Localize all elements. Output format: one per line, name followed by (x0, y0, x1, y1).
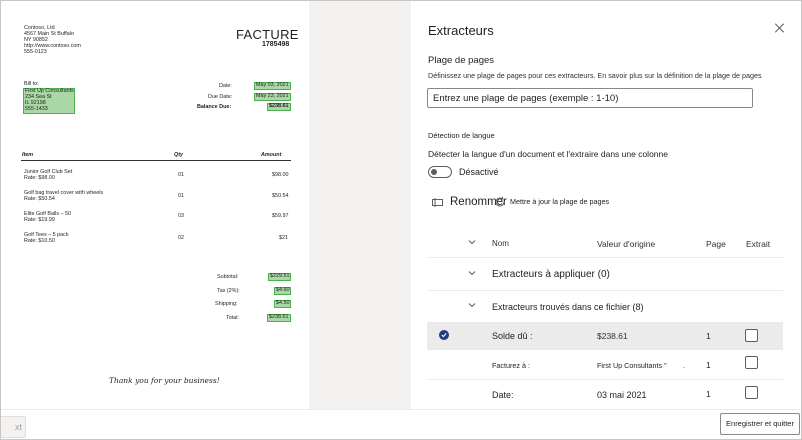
close-icon[interactable] (773, 21, 787, 35)
balance-due-label: Balance Due: (197, 104, 232, 110)
row-divider (427, 349, 783, 350)
row-name: Solde dû : (492, 331, 533, 341)
group-extractors-to-apply[interactable]: Extracteurs à appliquer (0) (492, 269, 610, 280)
extractors-panel: Extracteurs Plage de pages Définissez un… (411, 1, 801, 409)
invoice-number: 1785498 (262, 41, 290, 48)
date-label: Date: (219, 83, 232, 89)
thanks-note: Thank you for your business! (109, 376, 220, 385)
total-value: $238.61 (267, 314, 291, 322)
language-heading: Détection de langue (428, 131, 495, 140)
column-header-original[interactable]: Valeur d'origine (597, 239, 655, 249)
checkmark-icon[interactable] (439, 330, 449, 340)
item-qty: 01 (178, 172, 184, 178)
previous-button[interactable]: xt (1, 416, 26, 438)
save-and-exit-button[interactable]: Enregistrer et quitter (720, 413, 800, 435)
col-amount: Amount (261, 152, 282, 158)
row-divider (427, 379, 783, 380)
footer-bar: xt Enregistrer et quitter (1, 409, 801, 439)
total-label: Total: (226, 315, 239, 321)
language-toggle[interactable] (428, 166, 452, 178)
due-date-value: May 23, 2021 (254, 93, 291, 101)
toggle-state-label: Désactivé (459, 167, 499, 177)
item-qty: 02 (178, 235, 184, 241)
column-header-name[interactable]: Nom (492, 239, 509, 248)
company-line: 555-0123 (24, 49, 47, 55)
item-amount: $59.97 (272, 213, 289, 219)
column-header-page[interactable]: Page (706, 239, 726, 249)
due-date-label: Due Date: (208, 94, 233, 100)
toggle-knob (431, 169, 437, 175)
update-page-range-button[interactable]: Mettre à jour la plage de pages (510, 197, 609, 206)
bill-to-highlight: First Up Consultants 234 Sea St IL 92198… (23, 88, 75, 114)
extract-checkbox[interactable] (745, 329, 758, 342)
item-rate: Rate: $10.50 (24, 238, 55, 244)
refresh-icon (495, 196, 505, 207)
row-page: 1 (706, 360, 711, 370)
item-rate: Rate: $19.99 (24, 217, 55, 223)
row-original-value: $238.61 (597, 331, 628, 341)
subtotal-value: $229.51 (268, 273, 291, 281)
row-page: 1 (706, 389, 711, 399)
language-description: Détecter la langue d'un document et l'ex… (428, 149, 668, 159)
shipping-label: Shipping: (215, 301, 238, 307)
group-extractors-found[interactable]: Extracteurs trouvés dans ce fichier (8) (492, 302, 644, 312)
chevron-down-icon[interactable] (468, 301, 476, 309)
row-name: Date: (492, 390, 514, 400)
page-range-description: Définissez une plage de pages pour ces e… (428, 71, 762, 80)
date-value: May 03, 2021 (254, 82, 291, 90)
row-name: Facturez à : (492, 361, 530, 370)
tax-label: Tax (2%): (217, 288, 240, 294)
shipping-value: $4.50 (274, 300, 291, 308)
subtotal-label: Subtotal: (217, 274, 239, 280)
invoice-page: Contoso, Ltd 4567 Main St Buffalo NY 908… (1, 1, 309, 409)
row-divider (427, 257, 783, 258)
tax-value: $4.60 (274, 287, 291, 295)
app-frame: Contoso, Ltd 4567 Main St Buffalo NY 908… (0, 0, 802, 440)
item-amount: $98.00 (272, 172, 289, 178)
chevron-down-icon[interactable] (468, 238, 476, 246)
row-divider (427, 290, 783, 291)
item-rate: Rate: $98.00 (24, 175, 55, 181)
row-original-value: First Up Consultants " (597, 361, 667, 370)
invoice-title: FACTURE (236, 27, 299, 42)
row-page: 1 (706, 331, 711, 341)
bill-to-line: 555-1433 (25, 105, 48, 112)
page-range-heading: Plage de pages (428, 55, 495, 66)
column-header-extract[interactable]: Extrait (746, 239, 770, 249)
panel-title: Extracteurs (428, 23, 494, 38)
extract-checkbox[interactable] (745, 386, 758, 399)
item-qty: 01 (178, 193, 184, 199)
chevron-down-icon[interactable] (468, 269, 476, 277)
item-amount: $50.54 (272, 193, 289, 199)
page-range-input[interactable] (427, 88, 753, 108)
row-original-value-extra: . (683, 361, 685, 370)
document-preview: Contoso, Ltd 4567 Main St Buffalo NY 908… (1, 1, 411, 409)
rename-icon (432, 198, 443, 207)
balance-due-value: $238.61 (267, 103, 291, 111)
row-original-value: 03 mai 2021 (597, 390, 647, 400)
col-qty: Qty (174, 152, 183, 158)
item-rate: Rate: $50.54 (24, 196, 55, 202)
table-rule (21, 160, 291, 161)
extract-checkbox[interactable] (745, 356, 758, 369)
item-qty: 03 (178, 213, 184, 219)
item-amount: $21 (279, 235, 288, 241)
col-item: Item (22, 152, 34, 158)
